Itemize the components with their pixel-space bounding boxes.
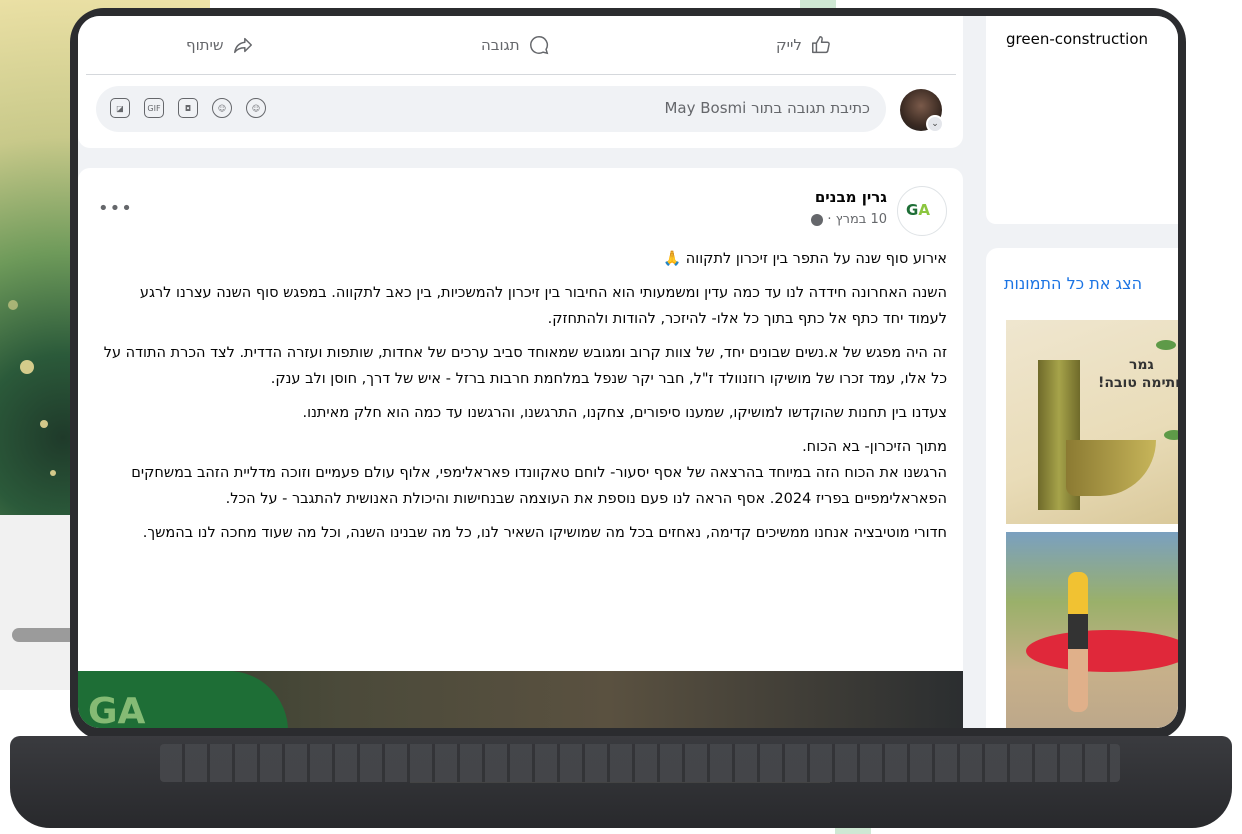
gif-icon[interactable]: GIF bbox=[144, 98, 164, 118]
intro-card: green-construction bbox=[986, 16, 1178, 224]
surfboard-graphic bbox=[1026, 630, 1178, 672]
post-paragraph: חדורי מוטיבציה אנחנו ממשיכים קדימה, נאחז… bbox=[142, 525, 947, 541]
emoji-icon[interactable]: ☺ bbox=[212, 98, 232, 118]
previous-post-card: שיתוף תגובה לייק ⌄ כתיבת תגובה בתור May … bbox=[78, 16, 963, 148]
green-logo-icon: GA bbox=[906, 201, 930, 219]
post-action-bar: שיתוף תגובה לייק bbox=[86, 24, 956, 75]
share-button[interactable]: שיתוף bbox=[186, 34, 254, 56]
comment-icon bbox=[529, 36, 548, 55]
laptop-keyboard-base bbox=[10, 736, 1232, 828]
sticker-icon[interactable]: ◪ bbox=[110, 98, 130, 118]
laptop-screen: שיתוף תגובה לייק ⌄ כתיבת תגובה בתור May … bbox=[78, 16, 1178, 728]
more-options-icon[interactable]: ••• bbox=[98, 198, 133, 219]
person-graphic bbox=[1068, 572, 1088, 712]
share-label: שיתוף bbox=[186, 36, 224, 54]
trackpad bbox=[410, 782, 830, 819]
comment-input[interactable]: כתיבת תגובה בתור May Bosmi ☺ ☺ ◘ GIF ◪ bbox=[96, 86, 886, 132]
post-date[interactable]: 10 במרץ · bbox=[827, 212, 887, 227]
comment-button[interactable]: תגובה bbox=[481, 34, 550, 56]
post-meta: 10 במרץ · bbox=[811, 212, 887, 227]
post-card: GA גרין מבנים 10 במרץ · ••• אירוע סוף שנ… bbox=[78, 168, 963, 728]
post-photo[interactable]: GA bbox=[78, 671, 963, 728]
page-name[interactable]: גרין מבנים bbox=[815, 188, 887, 206]
globe-icon bbox=[811, 213, 824, 226]
comment-tools: ☺ ☺ ◘ GIF ◪ bbox=[110, 98, 266, 118]
page-logo[interactable]: GA bbox=[897, 186, 947, 236]
post-paragraph: השנה האחרונה חידדה לנו עד כמה עדין ומשמע… bbox=[139, 285, 947, 327]
post-text: אירוע סוף שנה על התפר בין זיכרון לתקווה … bbox=[97, 246, 947, 554]
thumbs-up-icon bbox=[811, 36, 830, 54]
post-paragraph: זה היה מפגש של א.נשים שבונים יחד, של צוו… bbox=[103, 345, 947, 387]
see-all-photos-link[interactable]: הצג את כל התמונות bbox=[1004, 274, 1142, 293]
green-logo-icon: GA bbox=[88, 691, 146, 728]
share-icon bbox=[233, 37, 252, 54]
comment-placeholder: כתיבת תגובה בתור May Bosmi bbox=[664, 99, 870, 117]
website-link[interactable]: green-construction bbox=[1006, 30, 1148, 48]
leaf-graphic bbox=[1164, 430, 1178, 440]
avatar-sticker-icon[interactable]: ☺ bbox=[246, 98, 266, 118]
logo-banner: GA bbox=[78, 671, 288, 728]
camera-icon[interactable]: ◘ bbox=[178, 98, 198, 118]
post-header: GA גרין מבנים 10 במרץ · bbox=[547, 184, 947, 236]
chevron-down-icon[interactable]: ⌄ bbox=[926, 115, 944, 133]
photo-thumbnail[interactable]: גמר חתימה טובה! bbox=[1006, 320, 1178, 524]
leaf-graphic bbox=[1156, 340, 1176, 350]
post-paragraph: צעדנו בין תחנות שהוקדשו למושיקו, שמענו ס… bbox=[302, 405, 947, 421]
shofar-graphic bbox=[1066, 440, 1156, 496]
like-label: לייק bbox=[776, 36, 802, 54]
like-button[interactable]: לייק bbox=[776, 34, 832, 56]
keyboard bbox=[160, 744, 1120, 782]
post-paragraph: מתוך הזיכרון- בא הכוח. הרגשנו את הכוח הז… bbox=[131, 439, 947, 507]
comment-composer: ⌄ כתיבת תגובה בתור May Bosmi ☺ ☺ ◘ GIF ◪ bbox=[88, 86, 948, 136]
photo-caption: גמר חתימה טובה! bbox=[1098, 357, 1178, 391]
photo-thumbnail[interactable] bbox=[1006, 532, 1178, 728]
comment-label: תגובה bbox=[481, 36, 520, 54]
post-paragraph: אירוע סוף שנה על התפר בין זיכרון לתקווה … bbox=[663, 251, 947, 267]
photos-card: הצג את כל התמונות גמר חתימה טובה! bbox=[986, 248, 1178, 728]
avatar[interactable]: ⌄ bbox=[900, 89, 944, 133]
